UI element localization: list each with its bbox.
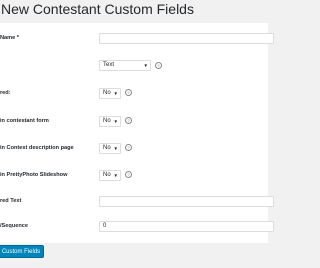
required-text-label: red Text (0, 198, 22, 204)
show-prettyphoto-value: No (103, 172, 111, 178)
name-input[interactable] (99, 33, 274, 44)
help-icon[interactable]: ? (125, 144, 132, 151)
sequence-input[interactable]: 0 (99, 221, 274, 232)
required-select[interactable]: No ▼ (99, 88, 121, 99)
required-label: red: (0, 90, 11, 96)
save-custom-fields-button[interactable]: Custom Fields (0, 245, 44, 258)
sequence-value: 0 (103, 223, 107, 229)
chevron-down-icon: ▼ (113, 119, 118, 124)
show-contestant-form-select[interactable]: No ▼ (99, 116, 121, 127)
field-type-value: Text (103, 62, 115, 68)
chevron-down-icon: ▼ (113, 146, 118, 151)
name-label: Name * (0, 35, 19, 41)
chevron-down-icon: ▼ (143, 63, 148, 68)
help-icon[interactable]: ? (125, 117, 132, 124)
chevron-down-icon: ▼ (113, 91, 118, 96)
help-icon[interactable]: ? (125, 89, 132, 96)
show-contest-description-label: in Contest description page (0, 145, 74, 151)
required-value: No (103, 90, 111, 96)
show-prettyphoto-select[interactable]: No ▼ (99, 170, 121, 181)
show-prettyphoto-label: in PrettyPhoto Slideshow (0, 172, 68, 178)
help-icon[interactable]: ? (155, 62, 162, 69)
chevron-down-icon: ▼ (113, 173, 118, 178)
show-contest-description-select[interactable]: No ▼ (99, 143, 121, 154)
sequence-label: /Sequence (0, 223, 28, 229)
field-type-select[interactable]: Text ▼ (99, 60, 151, 71)
required-text-input[interactable] (99, 196, 274, 207)
form-panel: Name * Text ▼ ? red: No ▼ ? in contestan… (0, 23, 274, 243)
page-title: New Contestant Custom Fields (1, 1, 194, 17)
help-icon[interactable]: ? (125, 171, 132, 178)
show-contest-description-value: No (103, 145, 111, 151)
show-contestant-form-value: No (103, 118, 111, 124)
show-contestant-form-label: in contestant form (0, 118, 49, 124)
